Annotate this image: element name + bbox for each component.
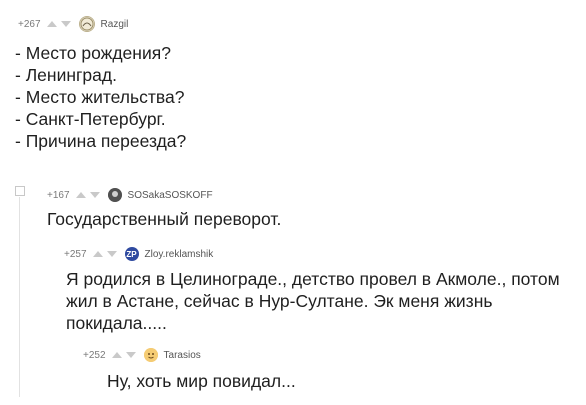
comment-text: Я родился в Целинограде., детство провел… — [66, 269, 560, 333]
upvote-icon[interactable] — [111, 352, 122, 358]
downvote-icon[interactable] — [125, 352, 136, 358]
downvote-icon[interactable] — [106, 251, 117, 257]
comment-author[interactable]: Razgil — [101, 19, 129, 30]
upvote-icon[interactable] — [46, 21, 57, 27]
comment-rating: +167 — [47, 189, 70, 201]
avatar[interactable]: ZP — [124, 247, 139, 261]
user-avatar-icon — [107, 188, 122, 202]
comment-meta: +167 SOSakaSOSKOFF — [47, 188, 213, 202]
comment-author[interactable]: Zloy.reklamshik — [145, 249, 214, 260]
avatar[interactable] — [107, 188, 122, 202]
avatar[interactable] — [143, 348, 158, 362]
upvote-icon[interactable] — [75, 192, 86, 198]
downvote-icon[interactable] — [60, 21, 71, 27]
comment-rating: +257 — [64, 248, 87, 260]
comment-text: Государственный переворот. — [47, 209, 282, 229]
comment-text: Ну, хоть мир повидал... — [107, 371, 296, 391]
comment-author[interactable]: SOSakaSOSKOFF — [128, 190, 213, 201]
comment-meta: +267 Razgil — [18, 16, 128, 32]
comment-rating: +267 — [18, 18, 41, 30]
comment-meta: +257 ZP Zloy.reklamshik — [64, 247, 213, 261]
comment-rating: +252 — [83, 349, 106, 361]
downvote-icon[interactable] — [89, 192, 100, 198]
thread-line — [19, 197, 20, 397]
avatar-initials: ZP — [126, 249, 137, 259]
user-avatar-icon — [80, 17, 94, 31]
upvote-icon[interactable] — [92, 251, 103, 257]
comment-text: - Место рождения? - Ленинград. - Место ж… — [15, 43, 187, 151]
comment-author[interactable]: Tarasios — [164, 350, 201, 361]
user-avatar-icon — [143, 348, 158, 362]
avatar[interactable] — [78, 16, 95, 32]
comment-meta: +252 Tarasios — [83, 348, 201, 362]
collapse-thread-button[interactable] — [15, 186, 25, 196]
